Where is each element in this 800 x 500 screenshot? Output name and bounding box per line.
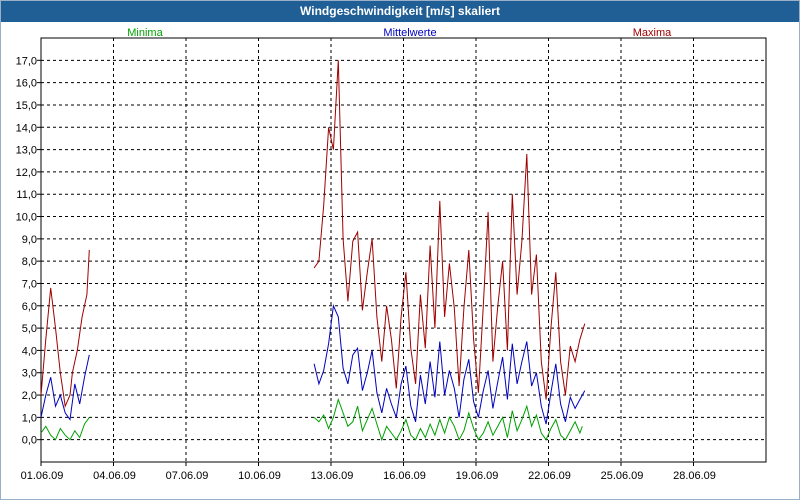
y-tick-label: 8,0 [22,256,37,268]
y-tick-label: 7,0 [22,278,37,290]
x-tick-label: 25.06.09 [601,470,644,482]
legend-maxima: Maxima [633,27,672,39]
x-tick-label: 07.06.09 [166,470,209,482]
legend: Minima Mittelwerte Maxima [127,27,672,39]
y-tick-label: 13,0 [16,145,37,157]
y-tick-label: 17,0 [16,55,37,67]
x-tick-label: 10.06.09 [238,470,281,482]
legend-mittelwerte: Mittelwerte [383,27,436,39]
x-tick-label: 19.06.09 [456,470,499,482]
x-tick-label: 01.06.09 [21,470,64,482]
y-tick-label: 4,0 [22,345,37,357]
x-tick-label: 16.06.09 [383,470,426,482]
series-lines [40,60,586,442]
legend-minima: Minima [127,27,163,39]
y-tick-label: 5,0 [22,323,37,335]
y-tick-label: 14,0 [16,122,37,134]
x-tick-label: 28.06.09 [673,470,716,482]
x-axis-tick-labels: 01.06.09 04.06.09 07.06.09 10.06.09 13.06.09… [21,470,716,482]
y-tick-label: 16,0 [16,78,37,90]
series-line-minima [313,397,583,442]
series-line-mittelwerte [313,303,586,425]
y-tick-label: 3,0 [22,368,37,380]
y-axis-tick-labels: 0,0 1,0 2,0 3,0 4,0 5,0 6,0 7,0 8,0 9,0 10,0 11,0 12… [16,55,37,446]
y-tick-label: 15,0 [16,100,37,112]
y-tick-label: 6,0 [22,301,37,313]
grid-lines [41,38,766,462]
y-tick-label: 1,0 [22,412,37,424]
y-tick-label: 2,0 [22,390,37,402]
series-line-maxima [313,60,586,400]
y-tick-label: 9,0 [22,234,37,246]
y-tick-label: 11,0 [16,189,37,201]
y-tick-label: 10,0 [16,212,37,224]
x-tick-label: 22.06.09 [528,470,571,482]
x-tick-label: 04.06.09 [93,470,136,482]
axes [37,37,767,466]
series-line-minima [40,417,90,441]
wind-speed-chart: 0,0 1,0 2,0 3,0 4,0 5,0 6,0 7,0 8,0 9,0 10,0 11,0 12… [16,27,767,482]
series-line-mittelwerte [40,354,90,421]
y-tick-label: 0,0 [22,435,37,447]
y-tick-label: 12,0 [16,167,37,179]
x-tick-label: 13.06.09 [311,470,354,482]
